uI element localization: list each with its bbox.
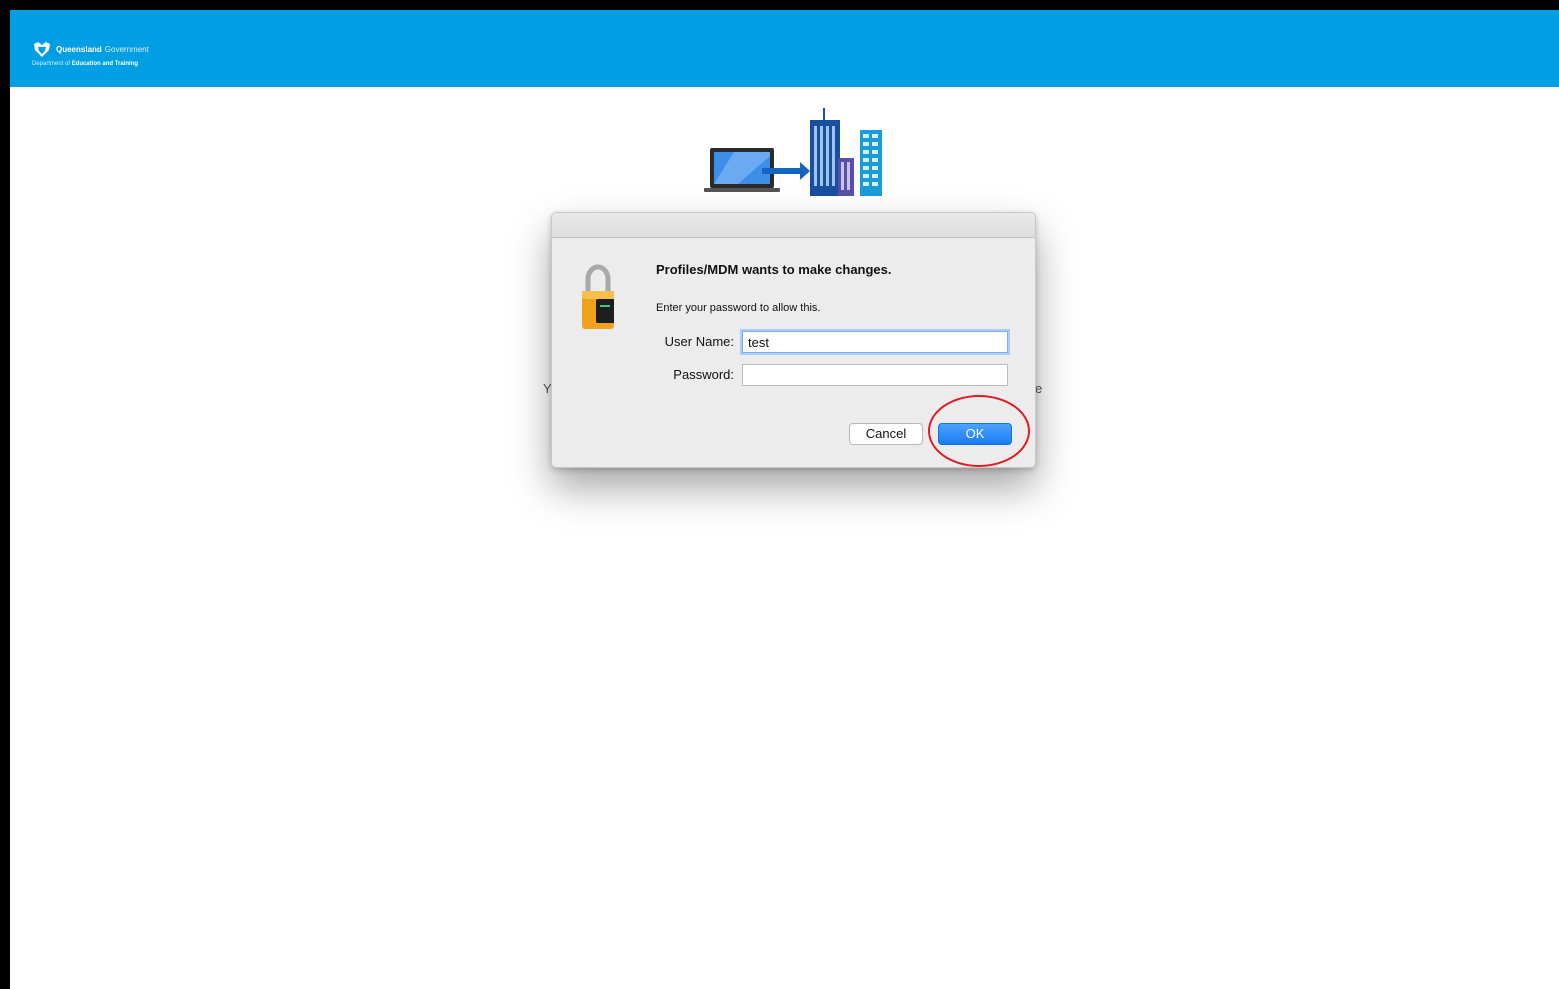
qld-government-logo[interactable]: Queensland Government Department of Educ…: [32, 41, 149, 67]
dialog-titlebar[interactable]: [552, 213, 1035, 238]
background-text-fragment-right: e: [1035, 381, 1043, 396]
username-field[interactable]: [742, 331, 1008, 353]
laptop-to-buildings-icon: [704, 108, 882, 196]
department-prefix: Department of: [32, 61, 71, 67]
username-label: User Name:: [664, 334, 734, 349]
dialog-subtitle: Enter your password to allow this.: [656, 302, 821, 314]
padlock-icon: [582, 264, 614, 329]
site-header: Queensland Government Department of Educ…: [10, 10, 1559, 87]
brand-government: Government: [104, 44, 149, 54]
password-label: Password:: [673, 367, 734, 382]
cancel-button[interactable]: Cancel: [849, 423, 923, 445]
department-name: Education and Training: [71, 61, 139, 67]
password-field[interactable]: [742, 364, 1008, 386]
ok-button-highlight-annotation: [928, 395, 1030, 467]
department-line: Department of Education and Training: [32, 61, 149, 67]
coat-of-arms-icon: [34, 41, 50, 57]
brand-name: Queensland: [56, 44, 102, 54]
dialog-title: Profiles/MDM wants to make changes.: [656, 262, 892, 277]
